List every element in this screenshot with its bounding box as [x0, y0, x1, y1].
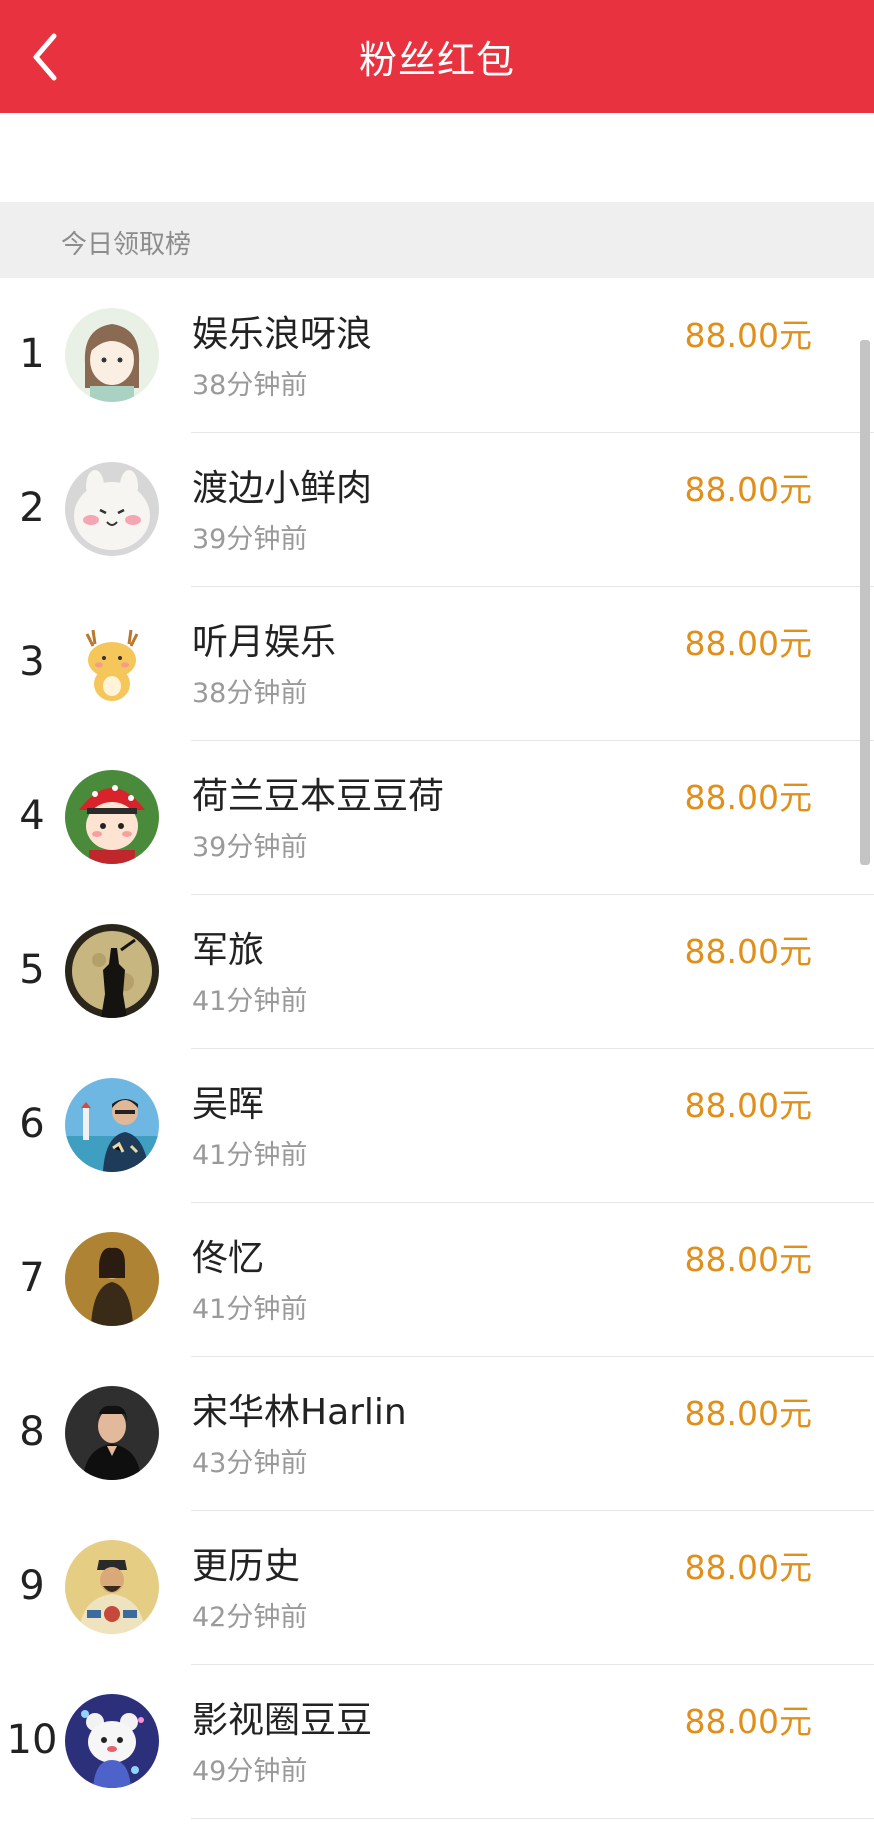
top-bar: 粉丝红包	[0, 0, 874, 113]
user-name: 吴晖	[192, 1084, 265, 1125]
avatar	[65, 1540, 159, 1634]
rank-number: 5	[19, 947, 45, 993]
user-name: 影视圈豆豆	[192, 1700, 373, 1741]
timestamp: 42分钟前	[192, 1602, 308, 1633]
list-item[interactable]: 7 佟忆 41分钟前 88.00元	[0, 1203, 874, 1357]
avatar	[65, 1232, 159, 1326]
user-name: 娱乐浪呀浪	[192, 314, 373, 355]
avatar	[65, 616, 159, 710]
rank-number: 3	[19, 639, 45, 685]
avatar	[65, 924, 159, 1018]
rank-number: 6	[19, 1101, 45, 1147]
amount: 88.00元	[684, 932, 812, 971]
user-name: 宋华林Harlin	[192, 1392, 407, 1433]
user-name: 军旅	[192, 930, 265, 971]
timestamp: 43分钟前	[192, 1448, 308, 1479]
back-button[interactable]	[28, 30, 68, 84]
list-item[interactable]: 8 宋华林Harlin 43分钟前 88.00元	[0, 1357, 874, 1511]
timestamp: 41分钟前	[192, 1140, 308, 1171]
timestamp: 41分钟前	[192, 1294, 308, 1325]
avatar	[65, 770, 159, 864]
chevron-left-icon	[33, 33, 57, 81]
list-item[interactable]: 1 娱乐浪呀浪 38分钟前 88.00元	[0, 279, 874, 433]
timestamp: 38分钟前	[192, 370, 308, 401]
rank-number: 10	[6, 1717, 58, 1763]
list-item[interactable]: 4 荷兰豆本豆豆荷 39分钟前 88.00元	[0, 741, 874, 895]
list-item[interactable]: 2 渡边小鲜肉 39分钟前 88.00元	[0, 433, 874, 587]
avatar	[65, 462, 159, 556]
user-name: 更历史	[192, 1546, 301, 1587]
section-header: 今日领取榜	[0, 202, 874, 278]
amount: 88.00元	[684, 1086, 812, 1125]
avatar	[65, 1694, 159, 1788]
rank-number: 4	[19, 793, 45, 839]
amount: 88.00元	[684, 1240, 812, 1279]
list-item[interactable]: 5 军旅 41分钟前 88.00元	[0, 895, 874, 1049]
rank-number: 2	[19, 485, 45, 531]
avatar	[65, 1078, 159, 1172]
timestamp: 39分钟前	[192, 524, 308, 555]
amount: 88.00元	[684, 470, 812, 509]
avatar	[65, 308, 159, 402]
timestamp: 49分钟前	[192, 1756, 308, 1787]
leaderboard-list: 1 娱乐浪呀浪 38分钟前 88.00元 2 渡边小鲜肉 39分钟前 88.00…	[0, 279, 874, 1819]
list-item[interactable]: 3 听月娱乐 38分钟前 88.00元	[0, 587, 874, 741]
timestamp: 38分钟前	[192, 678, 308, 709]
avatar	[65, 1386, 159, 1480]
amount: 88.00元	[684, 316, 812, 355]
rank-number: 9	[19, 1563, 45, 1609]
page-title: 粉丝红包	[358, 38, 515, 82]
list-item[interactable]: 10 影视圈豆豆 49分钟前 88.00元	[0, 1665, 874, 1819]
user-name: 佟忆	[192, 1238, 265, 1279]
user-name: 渡边小鲜肉	[192, 468, 373, 509]
timestamp: 41分钟前	[192, 986, 308, 1017]
timestamp: 39分钟前	[192, 832, 308, 863]
scrollbar[interactable]	[860, 340, 870, 865]
rank-number: 1	[19, 331, 45, 377]
section-title: 今日领取榜	[61, 230, 192, 260]
divider	[191, 1818, 874, 1819]
user-name: 荷兰豆本豆豆荷	[192, 776, 445, 817]
rank-number: 7	[19, 1255, 45, 1301]
user-name: 听月娱乐	[192, 622, 337, 663]
amount: 88.00元	[684, 1702, 812, 1741]
rank-number: 8	[19, 1409, 45, 1455]
amount: 88.00元	[684, 1548, 812, 1587]
list-item[interactable]: 9 更历史 42分钟前 88.00元	[0, 1511, 874, 1665]
amount: 88.00元	[684, 1394, 812, 1433]
list-item[interactable]: 6 吴晖 41分钟前 88.00元	[0, 1049, 874, 1203]
amount: 88.00元	[684, 778, 812, 817]
amount: 88.00元	[684, 624, 812, 663]
